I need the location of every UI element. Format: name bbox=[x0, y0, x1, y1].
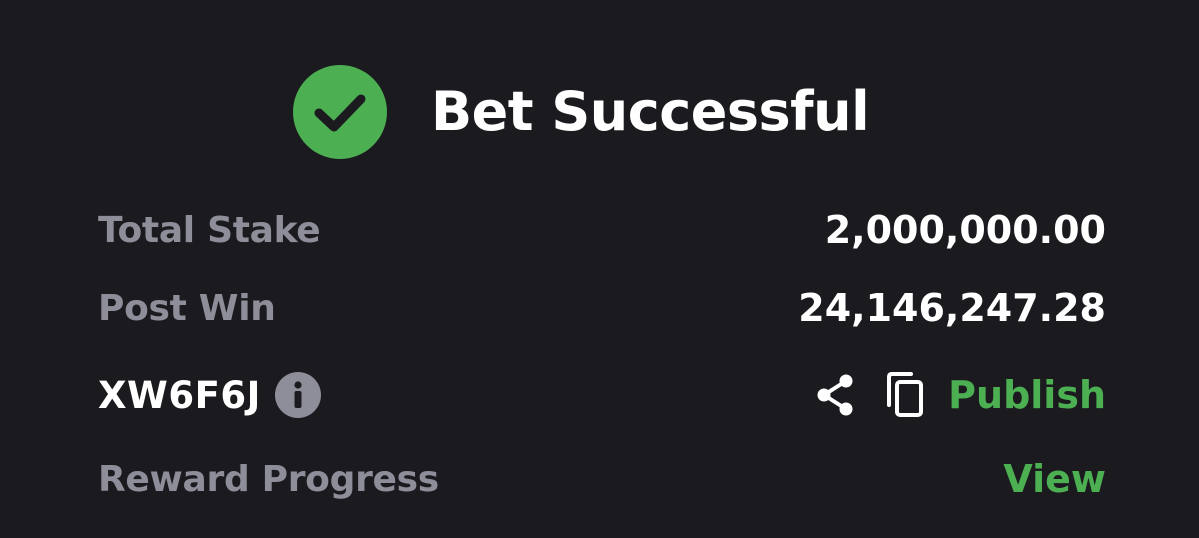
total-stake-value: 2,000,000.00 bbox=[824, 208, 1106, 252]
publish-button[interactable]: Publish bbox=[948, 373, 1106, 417]
total-stake-label: Total Stake bbox=[98, 209, 321, 251]
post-win-value: 24,146,247.28 bbox=[798, 286, 1106, 330]
bet-code-group: XW6F6J bbox=[98, 372, 321, 418]
bet-success-header: Bet Successful bbox=[293, 65, 870, 159]
page-title: Bet Successful bbox=[431, 80, 870, 143]
copy-icon[interactable] bbox=[884, 371, 926, 419]
total-stake-row: Total Stake 2,000,000.00 bbox=[98, 205, 1106, 255]
post-win-label: Post Win bbox=[98, 287, 276, 329]
view-button[interactable]: View bbox=[1003, 457, 1106, 501]
post-win-row: Post Win 24,146,247.28 bbox=[98, 283, 1106, 333]
bet-code: XW6F6J bbox=[98, 373, 261, 417]
info-icon[interactable] bbox=[274, 372, 321, 418]
bet-success-card: Bet Successful Total Stake 2,000,000.00 … bbox=[0, 0, 1199, 538]
bet-code-row: XW6F6J Publish bbox=[98, 370, 1106, 420]
reward-progress-label: Reward Progress bbox=[98, 458, 439, 500]
share-icon[interactable] bbox=[814, 373, 856, 417]
check-circle-icon bbox=[293, 65, 387, 159]
bet-code-actions: Publish bbox=[814, 371, 1106, 419]
reward-progress-row: Reward Progress View bbox=[98, 454, 1106, 504]
